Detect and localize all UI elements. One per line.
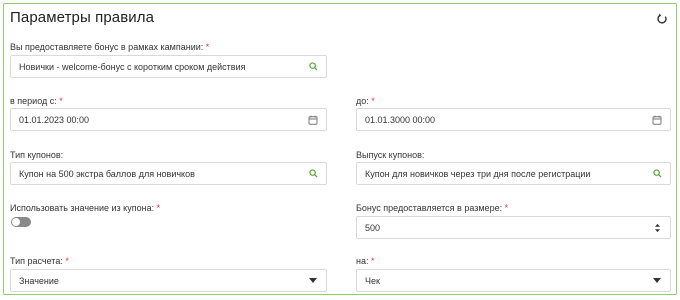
- dropdown-arrow-icon[interactable]: [652, 276, 662, 286]
- calc-type-value: Значение: [19, 275, 59, 286]
- calc-on-value: Чек: [365, 275, 380, 286]
- bonus-amount-value: 500: [365, 222, 381, 233]
- coupon-type-value: Купон на 500 экстра баллов для новичков: [19, 168, 195, 179]
- calendar-icon[interactable]: [652, 115, 662, 125]
- reset-icon[interactable]: [656, 12, 668, 24]
- period-to-label: до: *: [356, 96, 375, 106]
- required-mark: *: [371, 96, 375, 106]
- period-to-value: 01.01.3000 00:00: [365, 114, 436, 125]
- required-mark: *: [371, 256, 375, 266]
- coupon-type-label: Тип купонов:: [10, 150, 64, 160]
- coupon-issue-field[interactable]: Купон для новичков через три дня после р…: [356, 162, 671, 185]
- rule-parameters-panel: Параметры правила Вы предоставляете бону…: [3, 3, 677, 295]
- coupon-issue-value: Купон для новичков через три дня после р…: [365, 168, 591, 179]
- required-mark: *: [504, 203, 509, 213]
- number-stepper-icon[interactable]: [652, 223, 662, 233]
- calc-on-label: на: *: [356, 256, 375, 266]
- use-coupon-value-toggle[interactable]: [11, 217, 31, 227]
- panel-title: Параметры правила: [10, 9, 155, 26]
- campaign-value: Новички - welcome-бонус с коротким сроко…: [19, 61, 246, 72]
- required-mark: *: [205, 42, 210, 52]
- period-from-value: 01.01.2023 00:00: [19, 114, 90, 125]
- period-to-field[interactable]: 01.01.3000 00:00: [356, 108, 671, 131]
- search-icon[interactable]: [652, 169, 662, 179]
- bonus-amount-label: Бонус предоставляется в размере: *: [356, 203, 509, 213]
- search-icon[interactable]: [308, 62, 318, 72]
- toggle-knob: [12, 218, 20, 226]
- period-from-field[interactable]: 01.01.2023 00:00: [10, 108, 327, 131]
- coupon-type-field[interactable]: Купон на 500 экстра баллов для новичков: [10, 162, 327, 185]
- campaign-label: Вы предоставляете бонус в рамках кампани…: [10, 42, 210, 52]
- search-icon[interactable]: [308, 169, 318, 179]
- period-from-label: в период с: *: [10, 96, 63, 106]
- required-mark: *: [156, 203, 161, 213]
- campaign-field[interactable]: Новички - welcome-бонус с коротким сроко…: [10, 55, 327, 78]
- required-mark: *: [65, 256, 69, 266]
- calc-type-select[interactable]: Значение: [10, 269, 327, 292]
- calc-on-select[interactable]: Чек: [356, 269, 671, 292]
- calendar-icon[interactable]: [308, 115, 318, 125]
- dropdown-arrow-icon[interactable]: [308, 276, 318, 286]
- coupon-issue-label: Выпуск купонов:: [356, 150, 425, 160]
- bonus-amount-input[interactable]: 500: [356, 216, 671, 239]
- calc-type-label: Тип расчета: *: [10, 256, 69, 266]
- use-coupon-value-label: Использовать значение из купона: *: [10, 203, 161, 213]
- required-mark: *: [59, 96, 63, 106]
